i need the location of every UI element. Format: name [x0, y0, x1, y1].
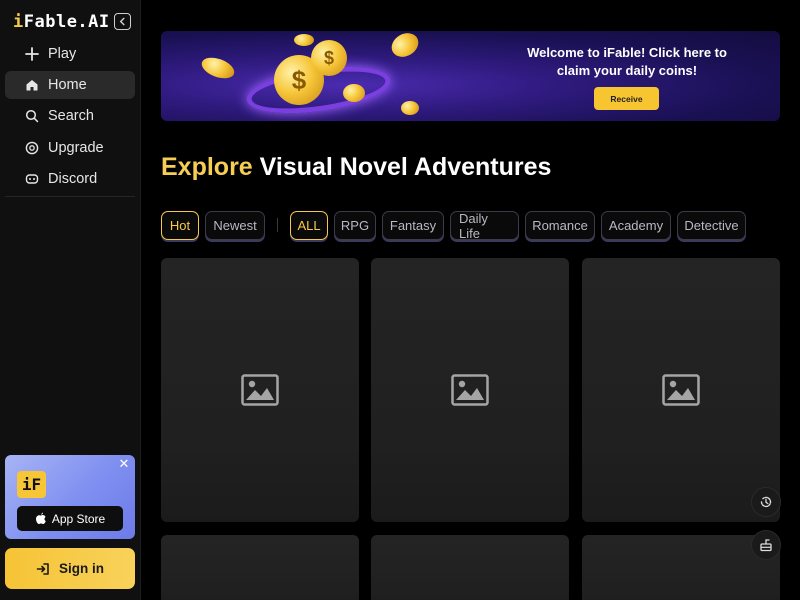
home-icon: [24, 78, 39, 93]
app-logo: iF: [17, 471, 46, 498]
image-placeholder-icon: [451, 374, 489, 406]
story-card[interactable]: [371, 258, 569, 522]
sign-in-icon: [36, 562, 49, 575]
app-store-label: App Store: [51, 511, 106, 526]
sidebar-item-discord[interactable]: Discord: [5, 165, 135, 193]
coin-icon: [401, 101, 419, 115]
sidebar: iFable.AI Play Home Search Upgrade Disco…: [0, 0, 141, 600]
receive-button[interactable]: Receive: [594, 87, 659, 110]
sidebar-item-label: Play: [48, 46, 77, 62]
banner-message: Welcome to iFable! Click here to claim y…: [527, 45, 727, 78]
sidebar-item-label: Upgrade: [48, 139, 104, 156]
apple-icon: [35, 512, 46, 525]
sign-in-label: Sign in: [59, 561, 104, 576]
genre-chip-academy[interactable]: Academy: [601, 211, 671, 240]
history-icon: [760, 496, 772, 508]
sidebar-item-label: Home: [48, 77, 87, 94]
plus-icon: [24, 47, 39, 62]
page-title: Explore Visual Novel Adventures: [161, 153, 552, 181]
sign-in-button[interactable]: Sign in: [5, 548, 135, 589]
app-store-button[interactable]: App Store: [17, 506, 123, 531]
sidebar-item-label: Discord: [48, 170, 98, 187]
genre-chip-fantasy[interactable]: Fantasy: [382, 211, 444, 240]
genre-chip-all[interactable]: ALL: [290, 211, 328, 240]
filter-bar: Hot Newest ALL RPG Fantasy Daily Life Ro…: [161, 211, 752, 241]
sort-tab-newest[interactable]: Newest: [205, 211, 265, 240]
sidebar-item-label: Search: [48, 108, 94, 125]
coin-icon: [387, 31, 423, 62]
story-card[interactable]: [161, 535, 359, 600]
sidebar-item-play[interactable]: Play: [5, 40, 135, 68]
genre-chip-daily-life[interactable]: Daily Life: [450, 211, 519, 241]
sidebar-divider: [5, 196, 135, 197]
sidebar-item-search[interactable]: Search: [5, 102, 135, 130]
mailbox-icon: [760, 539, 772, 552]
image-placeholder-icon: [662, 374, 700, 406]
discord-icon: [24, 171, 39, 186]
coin-icon: [294, 34, 314, 46]
logo[interactable]: iFable.AI: [13, 12, 110, 32]
story-card[interactable]: [371, 535, 569, 600]
genre-chip-detective[interactable]: Detective: [677, 211, 746, 240]
daily-coins-banner[interactable]: $ $ Welcome to iFable! Click here to cla…: [161, 31, 780, 121]
history-button[interactable]: [751, 487, 781, 517]
chevron-left-icon: [119, 17, 125, 26]
close-icon[interactable]: ✕: [117, 456, 131, 471]
sidebar-item-home[interactable]: Home: [5, 71, 135, 100]
coin-icon: [198, 53, 238, 83]
sort-tab-hot[interactable]: Hot: [161, 211, 199, 240]
upgrade-icon: [24, 140, 39, 155]
filter-divider: [277, 218, 278, 232]
sidebar-item-upgrade[interactable]: Upgrade: [5, 134, 135, 162]
story-card[interactable]: [161, 258, 359, 522]
sidebar-nav: Play Home Search Upgrade Discord: [5, 40, 135, 196]
story-card[interactable]: [582, 258, 780, 522]
coin-medium-icon: $: [311, 40, 347, 76]
image-placeholder-icon: [241, 374, 279, 406]
genre-chip-romance[interactable]: Romance: [525, 211, 595, 240]
collapse-sidebar-button[interactable]: [114, 13, 131, 30]
genre-chip-rpg[interactable]: RPG: [334, 211, 376, 240]
app-promo-card: ✕ iF App Store: [5, 455, 135, 539]
coin-icon: [343, 84, 365, 102]
mailbox-button[interactable]: [751, 530, 781, 560]
search-icon: [24, 109, 39, 124]
